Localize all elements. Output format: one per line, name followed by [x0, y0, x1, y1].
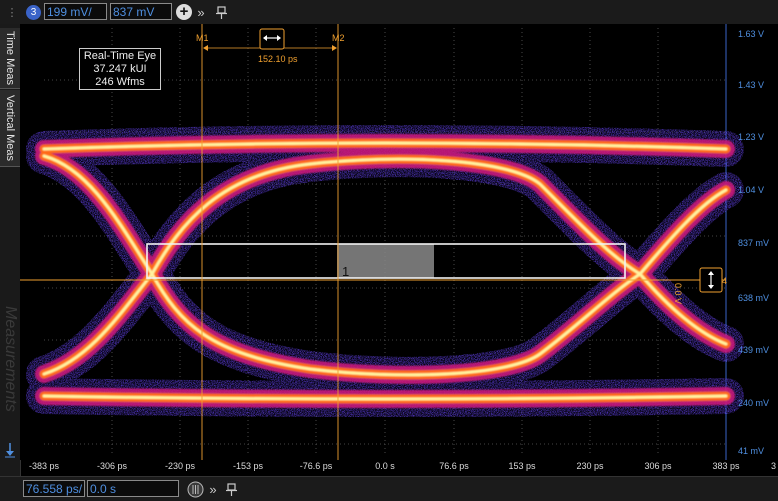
horizontal-knob-button[interactable]: [186, 480, 204, 498]
y-tick-label: 240 mV: [738, 398, 770, 408]
top-toolbar: ⋮ 3 199 mV/ 837 mV + »: [0, 0, 778, 25]
delta-handle[interactable]: [259, 28, 285, 50]
eye-info-box: Real-Time Eye 37.247 kUI 246 Wfms: [79, 48, 161, 90]
x-tick-label: 153 ps: [508, 461, 536, 471]
knob-icon: [187, 481, 203, 497]
trigger-arrow[interactable]: [3, 442, 17, 458]
double-chevron-icon[interactable]: »: [194, 3, 208, 21]
y-tick-label: 1.63 V: [738, 29, 765, 39]
x-tick-label: 306 ps: [644, 461, 672, 471]
horizontal-scale-field[interactable]: 76.558 ps/: [23, 480, 85, 497]
tab-time-meas[interactable]: Time Meas: [0, 28, 20, 89]
y-tick-label: 837 mV: [738, 238, 770, 248]
tab-vertical-meas[interactable]: Vertical Meas: [0, 90, 20, 167]
x-tick-label: -383 ps: [28, 461, 60, 471]
mask-index-label: 1: [342, 264, 349, 279]
eye-mask-highlight: [337, 244, 434, 278]
grip-icon: ⋮: [6, 6, 18, 19]
x-tick-label: -230 ps: [164, 461, 196, 471]
eye-info-kui: 37.247 kUI: [93, 63, 147, 75]
x-tick-label: 230 ps: [576, 461, 604, 471]
pin-icon: [225, 482, 237, 496]
x-edge-label: 3: [771, 461, 777, 471]
plus-icon: +: [176, 4, 192, 20]
x-tick-label: 76.6 ps: [439, 461, 469, 471]
eye-info-wfms: 246 Wfms: [95, 76, 145, 88]
pin-button[interactable]: [214, 3, 228, 21]
x-tick-label: 383 ps: [712, 461, 740, 471]
x-tick-label: -76.6 ps: [299, 461, 333, 471]
x-tick-label: 0.0 s: [375, 461, 395, 471]
x-tick-label: -153 ps: [232, 461, 264, 471]
pin-button[interactable]: [224, 480, 238, 498]
tab-vertical-meas-label: Vertical Meas: [4, 94, 16, 162]
pin-icon: [215, 5, 227, 19]
marker-m1-label: M1: [196, 33, 209, 43]
level-channel-ref: 4: [722, 276, 728, 286]
vertical-offset-field[interactable]: 837 mV: [110, 3, 172, 20]
y-tick-label: 439 mV: [738, 345, 770, 355]
arrow-down-icon: [5, 443, 15, 458]
y-tick-label: 1.23 V: [738, 132, 765, 142]
marker-m2-label: M2: [332, 33, 345, 43]
x-tick-label: -306 ps: [96, 461, 128, 471]
channel-badge-icon[interactable]: 3: [26, 5, 41, 20]
eye-info-title: Real-Time Eye: [83, 50, 157, 62]
vertical-scale-field[interactable]: 199 mV/: [44, 3, 107, 20]
double-chevron-icon[interactable]: »: [206, 480, 220, 498]
marker-delta-value: 152.10 ps: [258, 54, 298, 64]
side-tab-bar: Time Meas Vertical Meas Measurements: [0, 24, 21, 476]
add-channel-button[interactable]: +: [176, 3, 192, 21]
bottom-toolbar: 76.558 ps/ 0.0 s »: [0, 476, 778, 501]
y-tick-label: 1.43 V: [738, 80, 765, 90]
y-tick-label: 41 mV: [738, 446, 765, 456]
tab-time-meas-label: Time Meas: [4, 31, 16, 85]
level-value-label: 0.0 V: [673, 283, 683, 305]
marker-handle-icon[interactable]: [699, 267, 723, 293]
y-tick-label: 1.04 V: [738, 185, 765, 195]
measurements-watermark-label: Measurements: [2, 306, 19, 412]
x-axis-labels: -383 ps -306 ps -230 ps -153 ps -76.6 ps…: [20, 460, 778, 476]
horizontal-position-field[interactable]: 0.0 s: [87, 480, 179, 497]
y-tick-label: 638 mV: [738, 293, 770, 303]
measurements-watermark: Measurements: [0, 294, 20, 424]
